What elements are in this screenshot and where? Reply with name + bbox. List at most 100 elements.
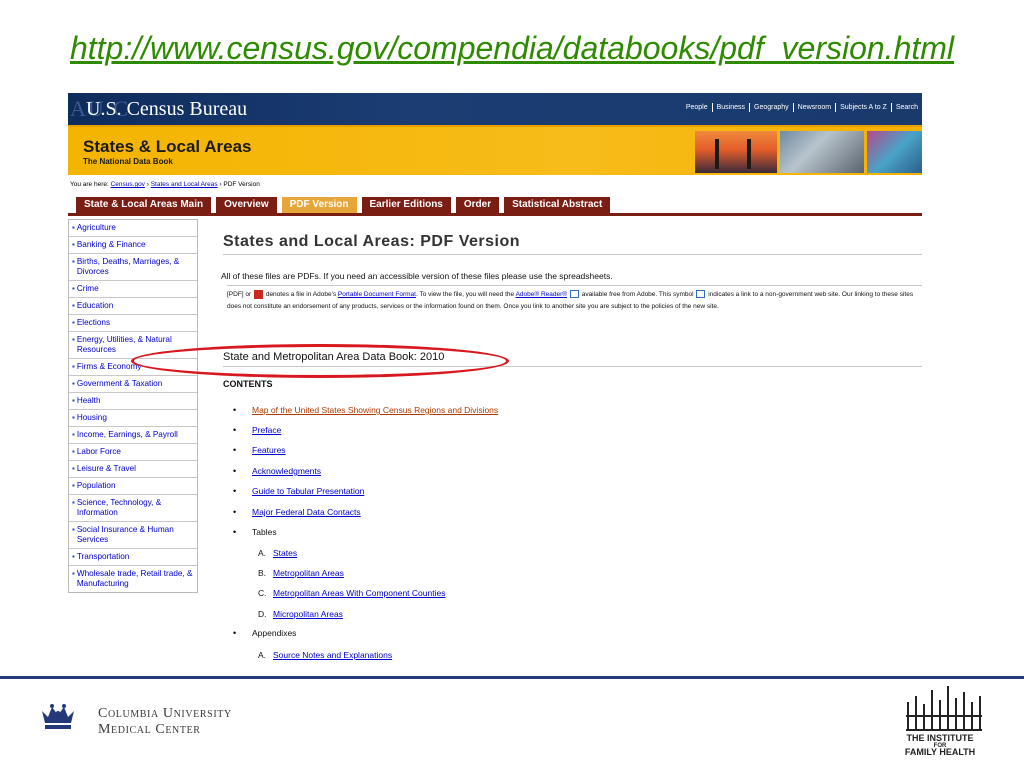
banner-photo-city xyxy=(867,131,922,173)
sidebar-item-health[interactable]: ▪ Health xyxy=(69,393,197,410)
sidebar-item-science[interactable]: ▪ Science, Technology, & Information xyxy=(69,495,197,522)
sidebar-item-label: Science, Technology, & Information xyxy=(76,498,162,517)
org-line: Columbia University xyxy=(98,706,232,721)
sidebar-item-leisure[interactable]: ▪ Leisure & Travel xyxy=(69,461,197,478)
sidebar-item-crime[interactable]: ▪ Crime xyxy=(69,281,197,298)
bullet-icon: • xyxy=(233,466,237,476)
bullet-icon: • xyxy=(233,445,237,455)
table-link-states[interactable]: States xyxy=(273,548,297,558)
external-link-icon xyxy=(696,290,706,299)
nav-business[interactable]: Business xyxy=(711,103,749,112)
sidebar-item-education[interactable]: ▪ Education xyxy=(69,298,197,315)
tab-state-local-main[interactable]: State & Local Areas Main xyxy=(76,197,212,213)
toc-link-contacts[interactable]: Major Federal Data Contacts xyxy=(252,507,361,517)
nav-people[interactable]: People xyxy=(682,103,712,112)
table-letter: C. xyxy=(258,588,267,598)
adobe-reader-link[interactable]: Adobe® Reader® xyxy=(516,291,568,298)
bullet-icon: ▪ xyxy=(72,525,75,534)
sidebar-item-housing[interactable]: ▪ Housing xyxy=(69,410,197,427)
bullet-icon: ▪ xyxy=(72,447,75,456)
sidebar-item-label: Banking & Finance xyxy=(76,240,146,249)
bullet-icon: ▪ xyxy=(72,223,75,232)
breadcrumb-current: PDF Version xyxy=(223,181,260,188)
bullet-icon: ▪ xyxy=(72,240,75,249)
sidebar-item-banking[interactable]: ▪ Banking & Finance xyxy=(69,237,197,254)
banner-subtitle: The National Data Book xyxy=(83,157,173,166)
tab-pdf-version[interactable]: PDF Version xyxy=(281,197,357,213)
sidebar-item-labor[interactable]: ▪ Labor Force xyxy=(69,444,197,461)
sidebar-item-label: Labor Force xyxy=(76,447,121,456)
nav-subjects-a-to-z[interactable]: Subjects A to Z xyxy=(835,103,891,112)
bridge-tower xyxy=(747,139,751,169)
sidebar-item-label: Income, Earnings, & Payroll xyxy=(76,430,178,439)
bullet-icon: • xyxy=(233,628,237,638)
tab-earlier-editions[interactable]: Earlier Editions xyxy=(361,197,451,213)
bullet-icon: ▪ xyxy=(72,257,75,266)
page-title: States and Local Areas: PDF Version xyxy=(223,233,520,250)
toc-link-features[interactable]: Features xyxy=(252,445,286,455)
bullet-icon: • xyxy=(233,425,237,435)
sidebar-item-label: Agriculture xyxy=(76,223,116,232)
sidebar-item-births[interactable]: ▪ Births, Deaths, Marriages, & Divorces xyxy=(69,254,197,281)
tab-statistical-abstract[interactable]: Statistical Abstract xyxy=(504,197,611,213)
banner-photo-bridge xyxy=(695,131,777,173)
notice-text: denotes a file in Adobe's xyxy=(265,291,337,298)
sidebar-item-label: Social Insurance & Human Services xyxy=(76,525,174,544)
sidebar-item-social[interactable]: ▪ Social Insurance & Human Services xyxy=(69,522,197,549)
sidebar-item-elections[interactable]: ▪ Elections xyxy=(69,315,197,332)
sidebar-item-government[interactable]: ▪ Government & Taxation xyxy=(69,376,197,393)
bullet-icon: ▪ xyxy=(72,396,75,405)
breadcrumb: You are here: Census.gov › States and Lo… xyxy=(70,181,260,188)
breadcrumb-census-gov[interactable]: Census.gov xyxy=(111,181,145,188)
sidebar-item-population[interactable]: ▪ Population xyxy=(69,478,197,495)
tab-order[interactable]: Order xyxy=(455,197,500,213)
nav-search[interactable]: Search xyxy=(890,103,922,112)
columbia-crown-logo xyxy=(38,701,78,733)
sidebar-item-agriculture[interactable]: ▪ Agriculture xyxy=(69,220,197,237)
table-letter: D. xyxy=(258,609,267,619)
bullet-icon: ▪ xyxy=(72,481,75,490)
columbia-university-medical-center: Columbia University Medical Center xyxy=(98,706,232,738)
appendix-link-source-notes[interactable]: Source Notes and Explanations xyxy=(273,650,392,660)
pdf-notice: [PDF] or denotes a file in Adobe's Porta… xyxy=(227,285,922,313)
slide-url-title[interactable]: http://www.census.gov/compendia/databook… xyxy=(0,30,1024,67)
census-page-screenshot: AU C U.S. Census Bureau People Business … xyxy=(68,93,922,660)
table-letter: A. xyxy=(258,548,267,558)
pdf-format-link[interactable]: Portable Document Format xyxy=(338,291,416,298)
toc-link-preface[interactable]: Preface xyxy=(252,425,281,435)
notice-text: [PDF] or xyxy=(227,291,252,298)
banner-photo-highway xyxy=(780,131,864,173)
table-link-metro[interactable]: Metropolitan Areas xyxy=(273,568,344,578)
census-bureau-title[interactable]: U.S. Census Bureau xyxy=(86,98,247,121)
banner-title: States & Local Areas xyxy=(83,137,252,156)
sidebar-topics: ▪ Agriculture ▪ Banking & Finance ▪ Births,… xyxy=(68,219,198,593)
nav-newsroom[interactable]: Newsroom xyxy=(792,103,835,112)
sidebar-item-wholesale[interactable]: ▪ Wholesale trade, Retail trade, & Manufa… xyxy=(69,566,197,592)
bullet-icon: • xyxy=(233,507,237,517)
bullet-icon: ▪ xyxy=(72,498,75,507)
tab-overview[interactable]: Overview xyxy=(216,197,277,213)
toc-link-guide[interactable]: Guide to Tabular Presentation xyxy=(252,486,364,496)
ifh-text-line: FAMILY HEALTH xyxy=(904,747,976,757)
bullet-icon: ▪ xyxy=(72,284,75,293)
sidebar-item-label: Health xyxy=(76,396,101,405)
sidebar-item-income[interactable]: ▪ Income, Earnings, & Payroll xyxy=(69,427,197,444)
nav-geography[interactable]: Geography xyxy=(749,103,793,112)
sidebar-item-transportation[interactable]: ▪ Transportation xyxy=(69,549,197,566)
bullet-icon: ▪ xyxy=(72,379,75,388)
appendixes-label: Appendixes xyxy=(252,628,297,638)
table-letter: B. xyxy=(258,568,267,578)
breadcrumb-prefix: You are here: xyxy=(70,181,109,188)
census-top-bar: AU C U.S. Census Bureau People Business … xyxy=(68,93,922,125)
table-link-micro[interactable]: Micropolitan Areas xyxy=(273,609,343,619)
sidebar-item-label: Housing xyxy=(76,413,107,422)
breadcrumb-states-local[interactable]: States and Local Areas xyxy=(151,181,218,188)
notice-text: . To view the file, you will need the xyxy=(415,291,515,298)
sidebar-item-label: Births, Deaths, Marriages, & Divorces xyxy=(76,257,180,276)
toc-link-map[interactable]: Map of the United States Showing Census … xyxy=(252,405,498,415)
sidebar-item-label: Education xyxy=(76,301,114,310)
toc-link-acknowledgments[interactable]: Acknowledgments xyxy=(252,466,321,476)
table-link-metro-counties[interactable]: Metropolitan Areas With Component Counti… xyxy=(273,588,445,598)
tables-label: Tables xyxy=(252,527,277,537)
pdf-icon xyxy=(254,289,264,299)
